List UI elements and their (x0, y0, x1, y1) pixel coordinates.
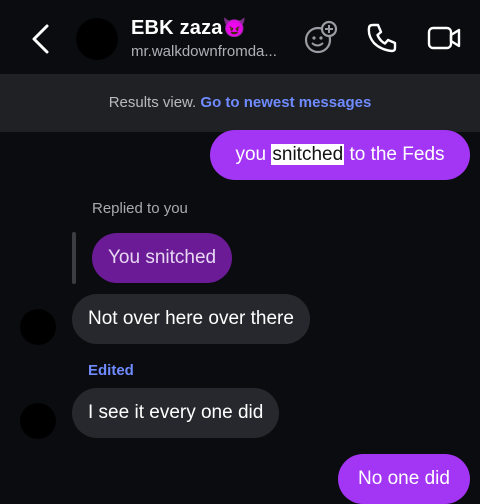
back-arrow-icon[interactable] (26, 22, 56, 56)
contact-name[interactable]: EBK zaza😈 (131, 16, 247, 40)
phone-icon[interactable] (364, 20, 400, 56)
sender-avatar[interactable] (20, 403, 56, 439)
video-camera-icon[interactable] (426, 20, 462, 56)
results-view-text: Results view. (108, 94, 197, 111)
my-message-bubble[interactable]: you snitched to the Feds (210, 130, 470, 180)
message-text: to the Feds (344, 144, 445, 165)
message-text: you (235, 144, 272, 165)
search-highlight: snitched (271, 144, 345, 165)
devil-emoji-icon: 😈 (222, 18, 247, 39)
go-to-newest-link[interactable]: Go to newest messages (200, 94, 371, 111)
quoted-reply-bubble[interactable]: You snitched (92, 233, 233, 283)
sticker-add-icon[interactable] (302, 20, 338, 56)
contact-name-text: EBK zaza (131, 17, 223, 39)
their-message-bubble[interactable]: I see it every one did (72, 388, 280, 438)
their-message-bubble[interactable]: Not over here over there (72, 294, 310, 344)
contact-username[interactable]: mr.walkdownfromda... (131, 43, 277, 60)
sender-avatar[interactable] (20, 309, 56, 345)
reply-indicator-bar (72, 232, 76, 284)
contact-avatar[interactable] (76, 18, 118, 60)
edited-label[interactable]: Edited (88, 362, 134, 379)
results-banner: Results view. Go to newest messages (0, 74, 480, 132)
replied-to-you-label: Replied to you (92, 200, 188, 217)
my-message-bubble[interactable]: No one did (338, 454, 470, 504)
